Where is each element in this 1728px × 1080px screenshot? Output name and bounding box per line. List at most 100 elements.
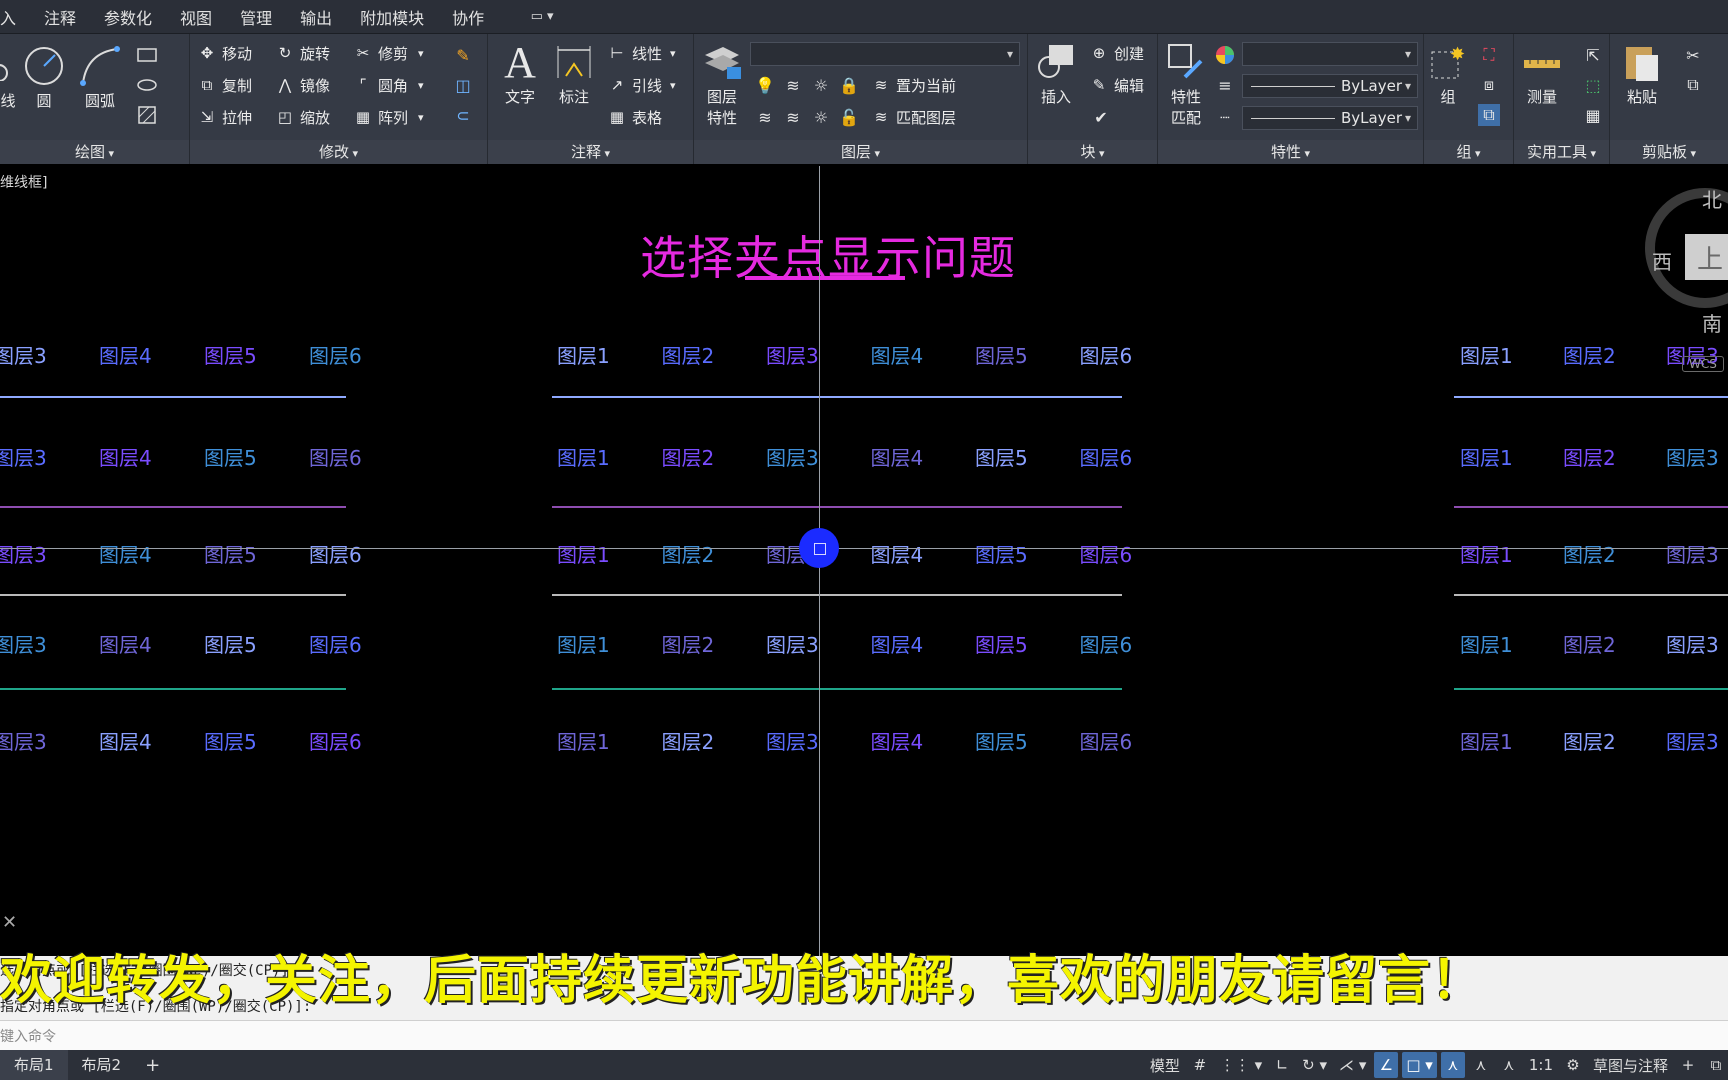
viewcube-west[interactable]: 西 — [1652, 246, 1672, 275]
text-button[interactable]: A 文字 — [498, 38, 542, 107]
copy-button[interactable]: ⧉ 复制 — [196, 74, 252, 96]
ribbon-toggle-icon[interactable]: ▭ ▾ — [524, 7, 560, 27]
group-selection-icon[interactable]: ⧉ — [1478, 104, 1500, 126]
close-icon[interactable]: ✕ — [2, 912, 17, 933]
linear-dimension-button[interactable]: ⊢ 线性 ▾ — [606, 42, 675, 64]
isodraft-icon[interactable]: ⋌ ▾ — [1335, 1052, 1370, 1078]
panel-properties-title[interactable]: 特性 — [1158, 140, 1423, 164]
quick-select-icon[interactable]: ⇱ — [1582, 44, 1604, 66]
offset-icon[interactable]: ⊂ — [452, 104, 474, 126]
dimension-button[interactable]: 标注 — [552, 38, 596, 107]
hatch-icon[interactable] — [136, 104, 158, 126]
annotation-visibility-icon[interactable]: ⋏ — [1440, 1052, 1465, 1078]
trim-button[interactable]: ✂ 修剪 ▾ — [352, 42, 424, 64]
auto-scale-icon[interactable]: ⋏ — [1469, 1052, 1493, 1078]
layer-on-icon[interactable]: ≋ — [754, 106, 776, 128]
ortho-icon[interactable]: ∟ — [1270, 1052, 1294, 1078]
layer-off-icon[interactable]: 💡 — [754, 74, 776, 96]
group-edit-icon[interactable]: ⧈ — [1478, 74, 1500, 96]
menu-collaborate[interactable]: 协作 — [438, 5, 498, 29]
layer-unisolate-icon[interactable]: ≋ — [782, 106, 804, 128]
object-snap-tracking-icon[interactable]: ∠ — [1374, 1052, 1399, 1078]
rectangle-icon[interactable] — [136, 44, 158, 66]
tab-layout1[interactable]: 布局1 — [0, 1050, 68, 1080]
fillet-button[interactable]: ⌜ 圆角 ▾ — [352, 74, 423, 96]
erase-icon[interactable]: ✎ — [452, 44, 474, 66]
array-button[interactable]: ▦ 阵列 ▾ — [352, 106, 424, 128]
isolate-objects-icon[interactable]: ⧉ — [1704, 1052, 1728, 1078]
mirror-button[interactable]: ⋀ 镜像 — [274, 74, 330, 96]
viewport-visual-style-label[interactable]: 维线框] — [0, 172, 47, 192]
panel-block-title[interactable]: 块 — [1028, 140, 1157, 164]
tab-layout2[interactable]: 布局2 — [68, 1050, 136, 1080]
model-space-button[interactable]: 模型 — [1146, 1052, 1184, 1078]
wcs-menu[interactable]: WCS — [1682, 356, 1724, 372]
explode-icon[interactable]: ◫ — [452, 74, 474, 96]
rotate-button[interactable]: ↻ 旋转 — [274, 42, 330, 64]
annotation-scale-icon[interactable]: ⋏ — [1497, 1052, 1521, 1078]
lineweight-icon[interactable]: ≡ — [1214, 74, 1236, 96]
linetype-icon[interactable]: ┈ — [1214, 106, 1236, 128]
menu-output[interactable]: 输出 — [286, 5, 346, 29]
arc-button[interactable]: 圆弧 — [78, 42, 122, 111]
layer-thaw-icon[interactable]: ☼ — [810, 106, 832, 128]
menu-manage[interactable]: 管理 — [226, 5, 286, 29]
drawing-canvas[interactable]: 维线框] 选择夹点显示问题 图层3 图层4 图层5 图层6 图层1 图层2 图层3 图层4 图层… — [0, 166, 1728, 956]
menu-annotate[interactable]: 注释 — [30, 5, 90, 29]
layer-lock-icon[interactable]: 🔒 — [838, 74, 860, 96]
panel-group-title[interactable]: 组 — [1424, 140, 1513, 164]
panel-utilities-title[interactable]: 实用工具 — [1514, 140, 1609, 164]
grid-icon[interactable]: # — [1188, 1052, 1212, 1078]
workspace-switch[interactable]: 草图与注释 — [1589, 1052, 1672, 1078]
annotation-scale-value[interactable]: 1:1 — [1525, 1052, 1557, 1078]
viewcube-north[interactable]: 北 — [1702, 184, 1722, 213]
color-wheel-icon[interactable] — [1214, 44, 1236, 66]
viewcube-top-face[interactable]: 上 — [1685, 234, 1728, 280]
leader-button[interactable]: ↗ 引线 ▾ — [606, 74, 676, 96]
measure-button[interactable]: 测量 — [1520, 38, 1564, 107]
panel-modify-title[interactable]: 修改 — [190, 140, 487, 164]
panel-clipboard-title[interactable]: 剪贴板 — [1610, 140, 1728, 164]
match-properties-button[interactable]: 特性 匹配 — [1164, 38, 1208, 128]
table-button[interactable]: ▦ 表格 — [606, 106, 662, 128]
ellipse-icon[interactable] — [136, 74, 158, 96]
group-button[interactable]: ✸ 组 — [1426, 38, 1470, 107]
ungroup-icon[interactable]: ⛶ — [1478, 44, 1500, 66]
cut-icon[interactable]: ✂ — [1682, 44, 1704, 66]
copy-clip-icon[interactable]: ⧉ — [1682, 74, 1704, 96]
set-current-layer-button[interactable]: ≋ 置为当前 — [870, 74, 956, 96]
panel-draw-title[interactable]: 绘图 — [0, 140, 189, 164]
stretch-button[interactable]: ⇲ 拉伸 — [196, 106, 252, 128]
layer-unlock-icon[interactable]: 🔓 — [838, 106, 860, 128]
lineweight-dropdown[interactable]: ByLayer — [1242, 74, 1418, 98]
viewcube-south[interactable]: 南 — [1702, 308, 1722, 337]
plus-icon[interactable]: + — [1676, 1052, 1700, 1078]
move-button[interactable]: ✥ 移动 — [196, 42, 252, 64]
gear-icon[interactable]: ⚙ — [1561, 1052, 1585, 1078]
layer-properties-button[interactable]: 图层 特性 — [700, 38, 744, 128]
menu-parametric[interactable]: 参数化 — [90, 5, 166, 29]
select-all-icon[interactable]: ⬚ — [1582, 74, 1604, 96]
color-dropdown[interactable] — [1242, 42, 1418, 66]
match-layer-button[interactable]: ≋ 匹配图层 — [870, 106, 956, 128]
edit-block-button[interactable]: ✎ 编辑 — [1088, 74, 1144, 96]
create-block-button[interactable]: ⊕ 创建 — [1088, 42, 1144, 64]
snap-icon[interactable]: ⋮⋮ ▾ — [1216, 1052, 1266, 1078]
layer-isolate-icon[interactable]: ≋ — [782, 74, 804, 96]
panel-annotation-title[interactable]: 注释 — [488, 140, 693, 164]
add-layout-button[interactable]: + — [135, 1055, 170, 1076]
command-input[interactable]: 键入命令 — [0, 1020, 1728, 1050]
polar-icon[interactable]: ↻ ▾ — [1298, 1052, 1331, 1078]
object-snap-icon[interactable]: □ ▾ — [1402, 1052, 1437, 1078]
scale-button[interactable]: ◰ 缩放 — [274, 106, 330, 128]
linetype-dropdown[interactable]: ByLayer — [1242, 106, 1418, 130]
paste-button[interactable]: 粘贴 — [1620, 38, 1664, 107]
layer-freeze-icon[interactable]: ☼ — [810, 74, 832, 96]
menu-insert[interactable]: 入 — [0, 5, 30, 29]
menu-addins[interactable]: 附加模块 — [346, 5, 438, 29]
menu-view[interactable]: 视图 — [166, 5, 226, 29]
insert-block-button[interactable]: 插入 — [1034, 38, 1078, 107]
panel-layers-title[interactable]: 图层 — [694, 140, 1027, 164]
calculator-icon[interactable]: ▦ — [1582, 104, 1604, 126]
circle-button[interactable]: 圆 — [22, 42, 66, 111]
